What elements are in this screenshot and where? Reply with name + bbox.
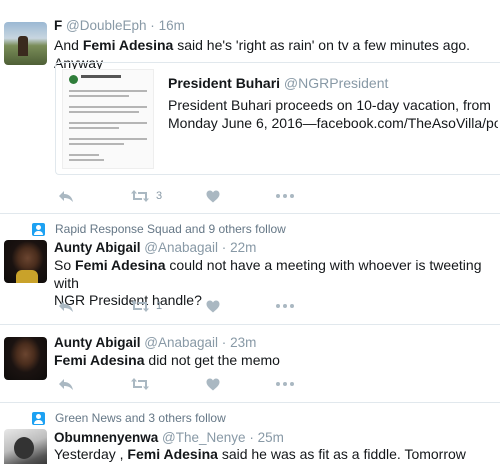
avatar[interactable] — [4, 337, 47, 380]
avatar[interactable] — [4, 429, 47, 464]
timestamp[interactable]: 25m — [258, 430, 284, 445]
author-name[interactable]: Aunty Abigail — [54, 335, 141, 350]
timestamp[interactable]: 22m — [230, 240, 256, 255]
thumbnail-line — [69, 106, 147, 108]
tweet-text-highlight: Femi Adesina — [75, 257, 166, 273]
separator-dot: · — [221, 240, 227, 255]
author-name[interactable]: Aunty Abigail — [54, 240, 141, 255]
tweet[interactable]: Aunty Abigail @Anabagail · 23m Femi Ades… — [0, 325, 500, 403]
tweet-text-part: So — [54, 257, 76, 273]
reply-button[interactable] — [58, 299, 130, 313]
tweet-actions: 1 — [58, 298, 294, 314]
retweet-icon — [131, 300, 149, 312]
social-context[interactable]: Green News and 3 others follow — [32, 411, 226, 425]
retweet-button[interactable]: 1 — [130, 299, 206, 313]
like-icon — [206, 300, 220, 312]
timestamp[interactable]: 23m — [230, 335, 256, 350]
thumbnail-heading — [81, 75, 121, 78]
more-icon — [276, 382, 294, 386]
thumbnail-line — [69, 154, 99, 156]
like-icon — [206, 378, 220, 390]
author-name[interactable]: F — [54, 18, 62, 33]
tweet-actions — [58, 376, 294, 392]
tweet-text-part: Yesterday , — [54, 446, 128, 462]
social-context-text: Rapid Response Squad and 9 others follow — [55, 222, 286, 236]
thumbnail-line — [69, 122, 147, 124]
retweet-count: 3 — [156, 190, 163, 202]
tweet-text-highlight: Femi Adesina — [127, 446, 218, 462]
tweet[interactable]: Green News and 3 others follow Obumnenye… — [0, 403, 500, 464]
quoted-header: President Buhari @NGRPresident — [168, 75, 388, 91]
reply-icon — [59, 301, 73, 312]
like-button[interactable] — [206, 300, 276, 313]
reply-icon — [59, 379, 73, 390]
tweet-text-highlight: Femi Adesina — [82, 37, 174, 53]
quoted-text: President Buhari proceeds on 10-day vaca… — [168, 96, 498, 132]
timestamp[interactable]: 16m — [159, 18, 185, 33]
author-handle[interactable]: @DoubleEph — [66, 18, 147, 33]
retweet-button[interactable]: 3 — [130, 189, 206, 203]
separator-dot: · — [150, 18, 155, 33]
author-name[interactable]: Obumnenyenwa — [54, 430, 158, 445]
more-button[interactable] — [276, 382, 294, 386]
social-context-text: Green News and 3 others follow — [55, 411, 226, 425]
retweet-icon — [131, 190, 149, 202]
author-handle[interactable]: @Anabagail — [144, 335, 218, 350]
tweet-text: Femi Adesina did not get the memo — [54, 352, 494, 370]
tweet-text: Yesterday , Femi Adesina said he was as … — [54, 446, 494, 464]
thumbnail-line — [69, 127, 119, 129]
tweet-header: F @DoubleEph · 16m — [54, 18, 185, 33]
reply-button[interactable] — [58, 189, 130, 203]
author-handle[interactable]: @The_Nenye — [162, 430, 246, 445]
quoted-author-name[interactable]: President Buhari — [168, 75, 280, 91]
tweet-text-highlight: Femi Adesina — [54, 352, 145, 368]
more-icon — [276, 304, 294, 308]
thumbnail-line — [69, 159, 104, 161]
follow-person-icon — [32, 222, 45, 236]
tweet-actions: 3 — [58, 188, 294, 204]
like-button[interactable] — [206, 190, 276, 203]
thumbnail-line — [69, 111, 139, 113]
thumbnail-line — [69, 95, 129, 97]
tweet-header: Obumnenyenwa @The_Nenye · 25m — [54, 430, 284, 445]
like-icon — [206, 190, 220, 202]
more-icon — [276, 194, 294, 198]
avatar[interactable] — [4, 240, 47, 283]
retweet-button[interactable] — [130, 377, 206, 391]
more-button[interactable] — [276, 194, 294, 198]
quoted-author-handle[interactable]: @NGRPresident — [284, 75, 388, 91]
separator-dot: · — [221, 335, 227, 350]
timeline-feed: F @DoubleEph · 16m And Femi Adesina said… — [0, 0, 500, 464]
retweet-count: 1 — [156, 300, 163, 312]
tweet[interactable]: Rapid Response Squad and 9 others follow… — [0, 214, 500, 325]
tweet-header: Aunty Abigail @Anabagail · 22m — [54, 240, 256, 255]
separator-dot: · — [249, 430, 254, 445]
like-button[interactable] — [206, 378, 276, 391]
follow-person-icon — [32, 411, 45, 425]
retweet-icon — [131, 378, 149, 390]
avatar[interactable] — [4, 22, 47, 65]
tweet-text-part: And — [54, 37, 83, 53]
reply-button[interactable] — [58, 377, 130, 391]
quoted-tweet-card[interactable]: President Buhari @NGRPresident President… — [55, 62, 500, 175]
tweet-header: Aunty Abigail @Anabagail · 23m — [54, 335, 256, 350]
quoted-text-line: Monday June 6, 2016—facebook.com/TheAsoV… — [168, 115, 498, 131]
quoted-text-line: President Buhari proceeds on 10-day vaca… — [168, 97, 491, 113]
thumbnail-line — [69, 90, 147, 92]
tweet-text-part: did not get the memo — [144, 352, 280, 368]
social-context[interactable]: Rapid Response Squad and 9 others follow — [32, 222, 286, 236]
coat-of-arms-icon — [69, 75, 78, 84]
author-handle[interactable]: @Anabagail — [144, 240, 218, 255]
thumbnail-line — [69, 143, 124, 145]
press-release-thumbnail — [62, 69, 154, 169]
more-button[interactable] — [276, 304, 294, 308]
tweet[interactable]: F @DoubleEph · 16m And Femi Adesina said… — [0, 0, 500, 214]
reply-icon — [59, 191, 73, 202]
thumbnail-line — [69, 138, 147, 140]
